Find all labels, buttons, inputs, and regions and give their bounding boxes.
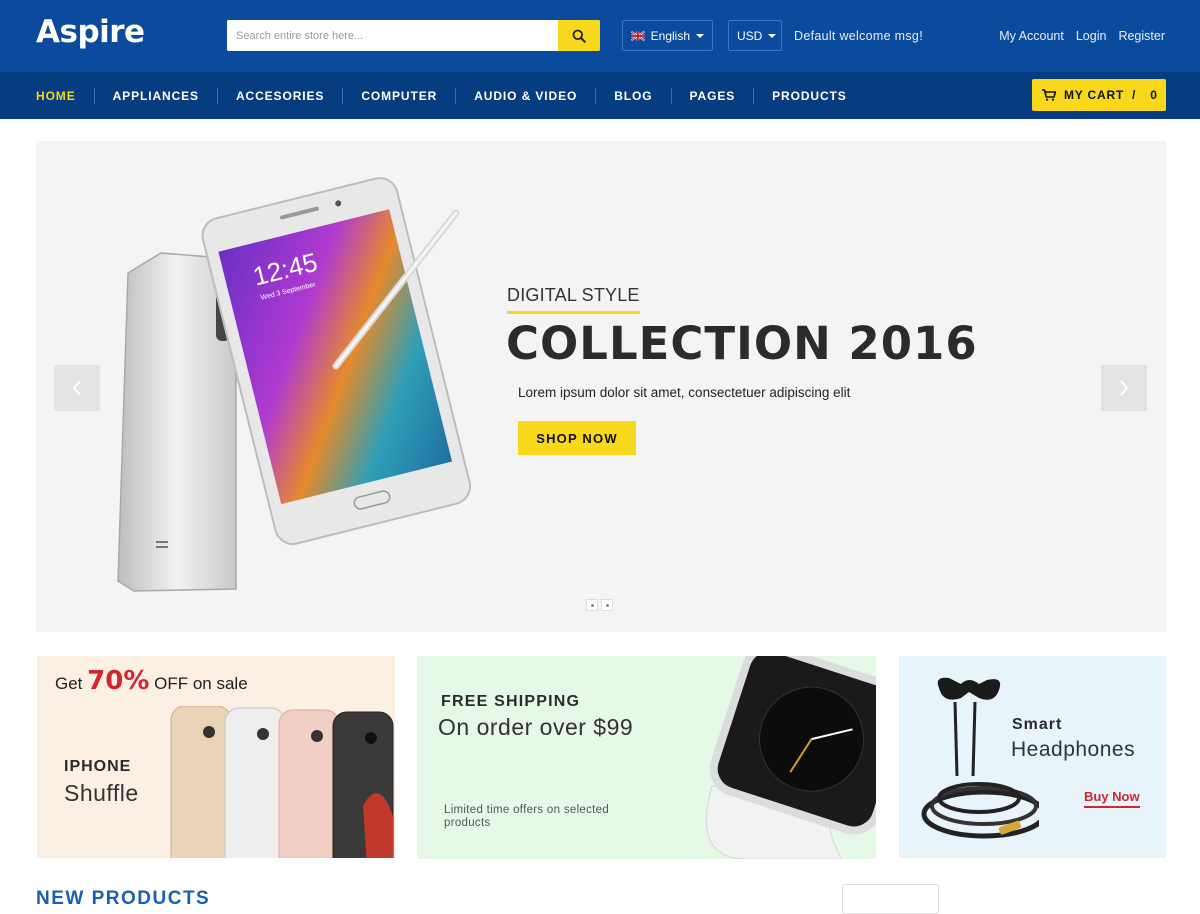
cart-count: 0 [1150, 88, 1158, 102]
promo-prefix: Get [55, 674, 83, 693]
iphones-image [170, 706, 394, 858]
slider-dot-2[interactable] [601, 599, 613, 611]
hero-description: Lorem ipsum dolor sit amet, consectetuer… [518, 385, 851, 400]
nav-divider [753, 87, 755, 104]
free-shipping-label: FREE SHIPPING [441, 693, 581, 710]
nav-item-products[interactable]: PRODUCTS [772, 89, 847, 103]
search-input[interactable] [227, 20, 558, 51]
free-shipping-condition: On order over $99 [438, 714, 634, 740]
nav-divider [342, 87, 344, 104]
banner-headphones[interactable]: Smart Headphones Buy Now [899, 656, 1166, 858]
new-products-heading: NEW PRODUCTS [36, 888, 211, 909]
chevron-right-icon [1120, 380, 1129, 396]
register-link[interactable]: Register [1118, 29, 1165, 43]
nav-divider [670, 87, 672, 104]
nav-divider [455, 87, 457, 104]
cart-icon [1042, 89, 1056, 101]
banner-product-name: IPHONE [64, 758, 132, 775]
headphones-line2: Headphones [1011, 738, 1136, 761]
main-nav: HOME APPLIANCES ACCESORIES COMPUTER AUDI… [0, 72, 1200, 119]
product-tab-control[interactable] [842, 884, 939, 914]
search-bar [227, 20, 600, 51]
cart-separator: / [1132, 88, 1137, 102]
cart-button[interactable]: MY CART / 0 [1032, 79, 1166, 111]
currency-dropdown[interactable]: USD [728, 20, 782, 51]
nav-menu: HOME APPLIANCES ACCESORIES COMPUTER AUDI… [36, 72, 847, 119]
phone-product-image: 12:45 Wed 3 September [117, 177, 472, 592]
nav-item-pages[interactable]: PAGES [690, 89, 736, 103]
banner-free-shipping[interactable]: FREE SHIPPING On order over $99 Limited … [417, 656, 876, 859]
headphones-line1: Smart [1012, 716, 1063, 733]
smartwatch-image [705, 656, 876, 859]
uk-flag-icon [631, 30, 645, 41]
nav-divider [93, 87, 95, 104]
nav-divider [595, 87, 597, 104]
banner-product-subname: Shuffle [64, 780, 139, 806]
nav-item-accesories[interactable]: ACCESORIES [236, 89, 324, 103]
slider-pagination [586, 599, 613, 611]
language-label: English [650, 28, 690, 43]
welcome-message: Default welcome msg! [794, 29, 923, 43]
nav-item-computer[interactable]: COMPUTER [361, 89, 437, 103]
slider-prev-button[interactable] [54, 365, 100, 411]
site-logo[interactable]: Aspire [36, 14, 145, 50]
slider-next-button[interactable] [1101, 365, 1147, 411]
my-account-link[interactable]: My Account [999, 29, 1064, 43]
hero-slider: 12:45 Wed 3 September DIGITAL STYLE COLL… [36, 141, 1166, 632]
top-header: Aspire English USD Default welcome msg! … [0, 0, 1200, 72]
shop-now-button[interactable]: SHOP NOW [518, 421, 636, 455]
hero-title: COLLECTION 2016 [506, 317, 978, 370]
buy-now-link[interactable]: Buy Now [1084, 789, 1140, 808]
nav-item-appliances[interactable]: APPLIANCES [113, 89, 199, 103]
caret-down-icon [768, 33, 777, 38]
nav-item-blog[interactable]: BLOG [614, 89, 652, 103]
account-links: My Account Login Register [999, 29, 1165, 43]
free-shipping-note: Limited time offers on selected products [444, 804, 610, 829]
chevron-left-icon [72, 380, 81, 396]
caret-down-icon [696, 33, 704, 38]
nav-item-home[interactable]: HOME [36, 89, 76, 103]
slider-dot-1[interactable] [586, 599, 598, 611]
search-icon [572, 29, 586, 43]
login-link[interactable]: Login [1076, 29, 1107, 43]
banner-iphone-sale[interactable]: Get 70% OFF on sale IPHONE Shuffle [37, 656, 395, 858]
cart-label: MY CART [1064, 88, 1125, 102]
nav-divider [216, 87, 218, 104]
promo-suffix: OFF on sale [154, 674, 248, 693]
sale-promo: Get 70% OFF on sale [55, 666, 248, 696]
promo-percent: 70% [87, 666, 150, 696]
language-dropdown[interactable]: English [622, 20, 713, 51]
hero-subtitle: DIGITAL STYLE [507, 285, 640, 314]
search-button[interactable] [558, 20, 600, 51]
currency-label: USD [737, 28, 763, 43]
nav-item-audio-video[interactable]: AUDIO & VIDEO [474, 89, 577, 103]
